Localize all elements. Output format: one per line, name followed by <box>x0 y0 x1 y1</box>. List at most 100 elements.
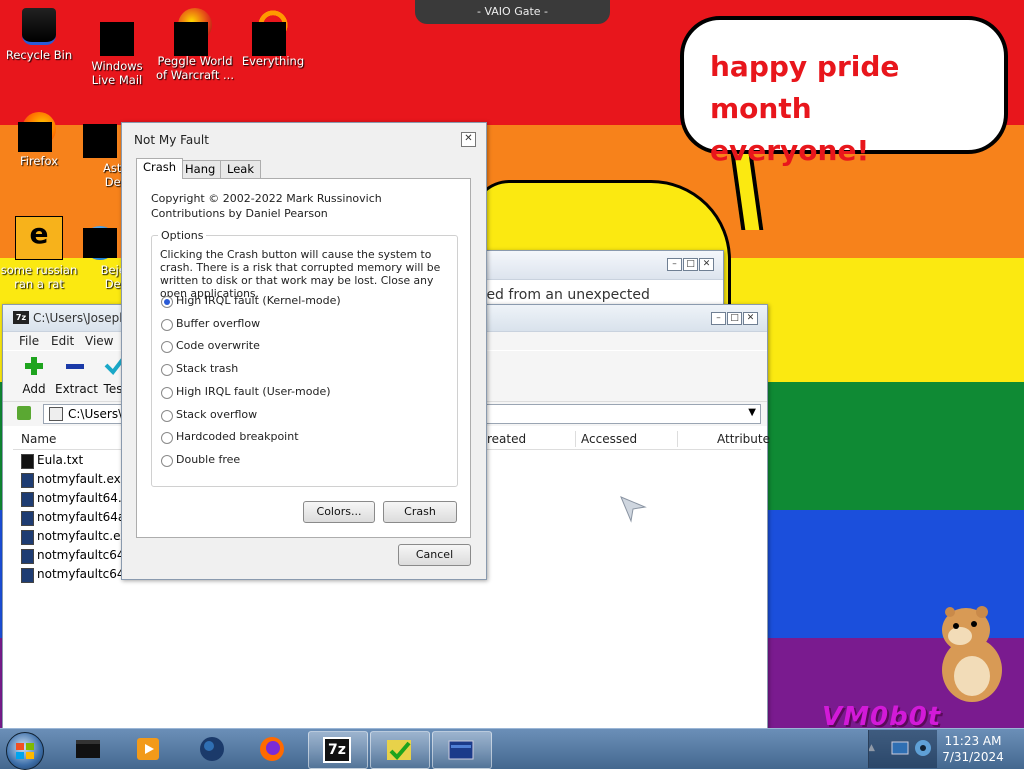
vaio-gate-banner[interactable]: - VAIO Gate - <box>415 0 610 24</box>
taskbar: 7z ▲ 11:23 AM 7/31/2024 <box>0 728 1024 770</box>
recycle-bin-icon <box>22 8 56 45</box>
maximize-button[interactable]: □ <box>727 312 742 325</box>
radio-button[interactable] <box>161 432 173 444</box>
desktop-icon-windows-live-mail[interactable]: Windows Live Mail <box>78 22 156 87</box>
taskbar-cmd[interactable] <box>60 731 118 767</box>
options-group: Options Clicking the Crash button will c… <box>151 229 458 487</box>
extract-label: Extract <box>55 382 98 396</box>
speech-bubble-text: happy pride month everyone! <box>710 46 1004 172</box>
taskbar-media-player[interactable] <box>120 731 178 767</box>
add-button[interactable]: Add <box>19 355 49 396</box>
7zip-icon: 7z <box>323 737 351 763</box>
e-icon: e <box>15 216 63 260</box>
option-label: Code overwrite <box>176 339 260 352</box>
menu-view[interactable]: View <box>85 334 113 348</box>
column-name[interactable]: Name <box>21 432 56 446</box>
maximize-button[interactable]: □ <box>683 258 698 271</box>
option-label: Buffer overflow <box>176 317 261 330</box>
radio-button[interactable] <box>161 387 173 399</box>
menu-file[interactable]: File <box>19 334 39 348</box>
add-label: Add <box>22 382 46 396</box>
exe-file-icon <box>21 530 34 545</box>
option-label: Hardcoded breakpoint <box>176 430 299 443</box>
copyright-text: Copyright © 2002-2022 Mark Russinovich <box>151 192 382 205</box>
radio-button[interactable] <box>161 364 173 376</box>
radio-button[interactable] <box>161 296 173 308</box>
clock-time: 11:23 AM <box>944 734 1002 748</box>
background-dialog[interactable]: – □ ✕ red from an unexpected <box>460 250 724 312</box>
crash-warning-text: Clicking the Crash button will cause the… <box>160 248 441 300</box>
option-label: High IRQL fault (Kernel-mode) <box>176 294 341 307</box>
tab-hang[interactable]: Hang <box>178 160 223 178</box>
exe-file-icon <box>21 511 34 526</box>
radio-button[interactable] <box>161 410 173 422</box>
test-button[interactable]: Tes <box>103 355 123 396</box>
radio-button[interactable] <box>161 319 173 331</box>
exe-file-icon <box>21 492 34 507</box>
test-label: Tes <box>103 382 123 396</box>
window-icon <box>448 740 474 760</box>
taskbar-window[interactable] <box>432 731 492 769</box>
crash-button[interactable]: Crash <box>383 501 457 523</box>
firefox-icon <box>18 112 56 152</box>
desktop-icon-peggle[interactable]: Peggle World of Warcraft ... <box>156 8 234 82</box>
minimize-button[interactable]: – <box>711 312 726 325</box>
taskbar-notmyfault[interactable] <box>370 731 430 769</box>
column-divider[interactable] <box>677 431 678 447</box>
windows-logo-icon <box>16 743 34 759</box>
column-accessed[interactable]: Accessed <box>581 432 637 446</box>
dialog-titlebar[interactable]: Not My Fault ✕ <box>122 123 486 151</box>
exe-file-icon <box>21 568 34 583</box>
desktop-icon-label: some russian ran a rat <box>0 263 78 291</box>
extract-button[interactable]: Extract <box>55 355 98 396</box>
dialog-title: Not My Fault <box>134 133 209 147</box>
background-dialog-titlebar[interactable]: – □ ✕ <box>461 251 723 280</box>
close-button[interactable]: ✕ <box>699 258 714 271</box>
desktop-icon-everything[interactable]: Everything <box>234 8 312 68</box>
radio-button[interactable] <box>161 455 173 467</box>
close-button[interactable]: ✕ <box>743 312 758 325</box>
column-divider[interactable] <box>575 431 576 447</box>
desktop-icon-label: Astro Delu <box>103 161 122 189</box>
close-button[interactable]: ✕ <box>461 132 476 147</box>
column-created[interactable]: reated <box>487 432 526 446</box>
tab-leak[interactable]: Leak <box>220 160 261 178</box>
minimize-button[interactable]: – <box>667 258 682 271</box>
folder-up-icon[interactable] <box>17 406 31 420</box>
desktop-icon-recycle-bin[interactable]: Recycle Bin <box>0 8 78 62</box>
desktop-icon-label: Everything <box>241 54 305 68</box>
clock[interactable]: 11:23 AM 7/31/2024 <box>940 733 1006 765</box>
cmd-icon <box>76 740 100 758</box>
desktop-icon-firefox[interactable]: Firefox <box>0 112 78 168</box>
exe-file-icon <box>21 549 34 564</box>
taskbar-7zip[interactable]: 7z <box>308 731 368 769</box>
desktop-icon-label: Windows Live Mail <box>91 59 143 87</box>
radio-button[interactable] <box>161 341 173 353</box>
menu-edit[interactable]: Edit <box>51 334 74 348</box>
address-text: C:\Users\J <box>68 407 126 421</box>
taskbar-firefox[interactable] <box>244 731 302 767</box>
chevron-down-icon[interactable]: ▼ <box>748 407 756 418</box>
clock-date: 7/31/2024 <box>942 750 1004 764</box>
start-button[interactable] <box>6 732 44 770</box>
minus-icon <box>66 364 84 369</box>
everything-icon <box>252 8 290 56</box>
cancel-button[interactable]: Cancel <box>398 544 471 566</box>
7zip-icon: 7z <box>13 311 29 324</box>
not-my-fault-dialog[interactable]: Not My Fault ✕ Crash Hang Leak Copyright… <box>121 122 487 580</box>
column-attributes[interactable]: Attribute <box>717 432 770 446</box>
taskbar-globe[interactable] <box>184 731 242 767</box>
desktop-icon-astro[interactable]: Astro Delu <box>78 124 122 189</box>
colors-button[interactable]: Colors... <box>303 501 375 523</box>
plus-icon <box>25 357 43 375</box>
app-icon <box>83 124 117 158</box>
volume-icon[interactable] <box>913 738 933 758</box>
app-icon <box>100 22 134 56</box>
hamster-icon <box>942 606 1002 702</box>
speech-line-1: happy pride month <box>710 50 900 125</box>
desktop-icon-some-russian[interactable]: e some russian ran a rat <box>0 216 78 291</box>
desktop-icon-bejeweled[interactable]: Bejew Delu <box>78 226 122 291</box>
file-name: notmyfaultc.exe <box>37 529 135 543</box>
tab-crash[interactable]: Crash <box>136 158 184 179</box>
network-icon[interactable] <box>891 738 909 758</box>
